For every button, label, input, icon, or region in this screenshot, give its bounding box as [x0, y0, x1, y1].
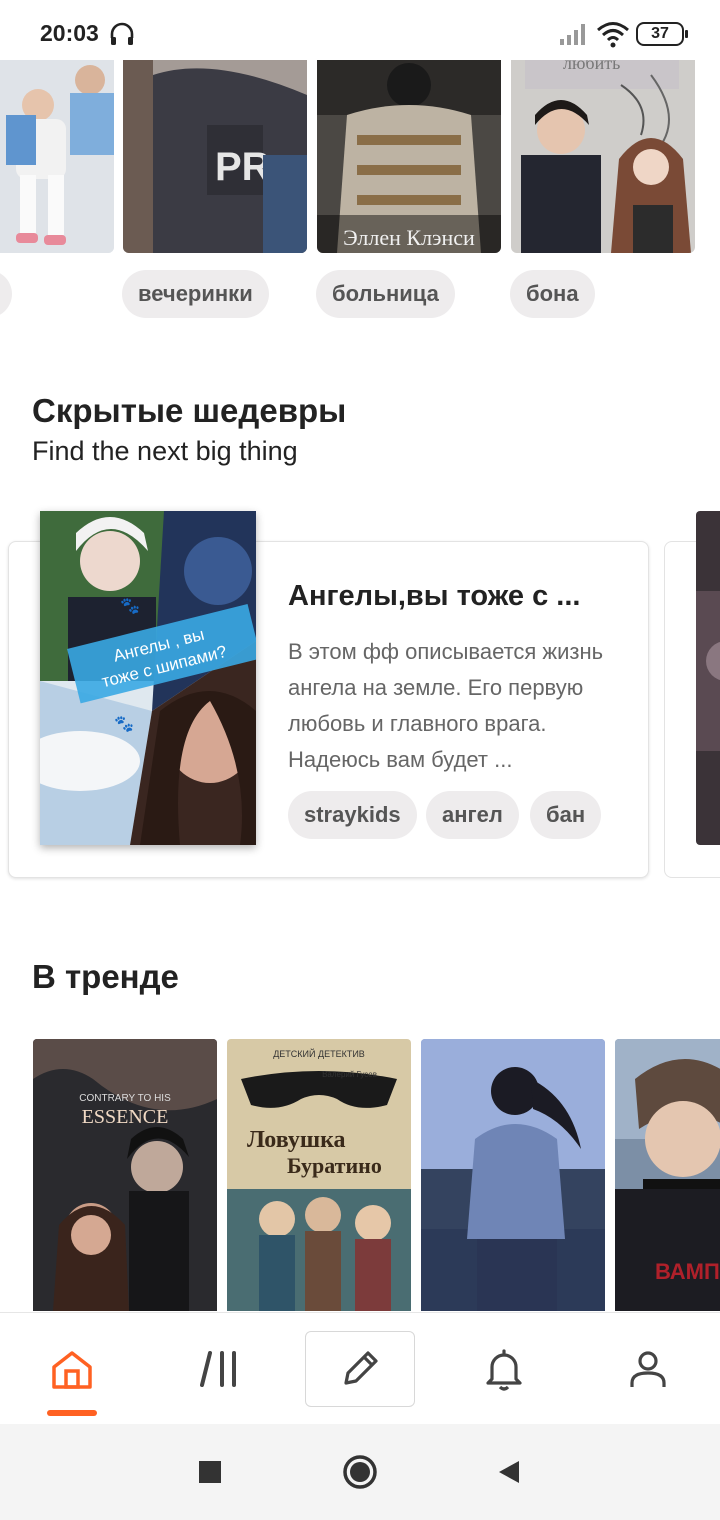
- tag-ban[interactable]: бан: [530, 791, 602, 839]
- home-icon: [52, 1351, 92, 1389]
- story-cover[interactable]: Ангелы , вы тоже с шипами? 🐾 🐾: [40, 511, 256, 845]
- top-covers-row[interactable]: PR Эллен Клэнси любить: [0, 55, 720, 255]
- signal-icon: [560, 24, 585, 45]
- battery-indicator: 37: [636, 22, 688, 46]
- svg-text:Буратино: Буратино: [287, 1153, 382, 1178]
- story-cover-next[interactable]: [696, 511, 720, 845]
- nav-notifications[interactable]: [449, 1313, 559, 1425]
- cover-couple[interactable]: любить: [511, 55, 695, 253]
- tag-straykids[interactable]: straykids: [288, 791, 417, 839]
- triangle-back-icon: [499, 1461, 519, 1483]
- cover-contrary[interactable]: CONTRARY TO HIS ESSENCE: [33, 1039, 217, 1311]
- cover-group-boys[interactable]: [0, 55, 114, 253]
- system-nav-bar: [0, 1424, 720, 1520]
- nav-active-indicator: [47, 1410, 97, 1416]
- profile-icon: [630, 1351, 666, 1387]
- story-tags: straykids ангел бан: [288, 791, 648, 839]
- tag-bona[interactable]: бона: [510, 270, 595, 318]
- cover-sea-girl[interactable]: [421, 1039, 605, 1311]
- svg-text:PR: PR: [215, 145, 271, 189]
- svg-text:ESSENCE: ESSENCE: [82, 1106, 169, 1128]
- svg-text:🐾: 🐾: [114, 714, 134, 733]
- headphones-icon: [110, 22, 134, 45]
- cover-boy-vampire[interactable]: ВАМП: [615, 1039, 720, 1311]
- svg-text:ДЕТСКИЙ ДЕТЕКТИВ: ДЕТСКИЙ ДЕТЕКТИВ: [273, 1048, 365, 1059]
- cover-hoodie[interactable]: PR: [123, 55, 307, 253]
- nav-write[interactable]: [305, 1331, 415, 1407]
- bottom-nav-bar: [0, 1312, 720, 1424]
- tag-partial[interactable]: [0, 270, 12, 318]
- trending-covers-row[interactable]: CONTRARY TO HIS ESSENCE ДЕТСКИЙ ДЕТЕКТИВ…: [0, 1039, 720, 1311]
- cover-caption-ellen: Эллен Клэнси: [343, 225, 475, 250]
- trending-title: В тренде: [32, 958, 179, 995]
- circle-icon: [343, 1455, 377, 1489]
- tag-angel[interactable]: ангел: [426, 791, 519, 839]
- tag-parties[interactable]: вечеринки: [122, 270, 269, 318]
- back-button[interactable]: [488, 1452, 528, 1492]
- hidden-gems-subtitle: Find the next big thing: [32, 436, 298, 466]
- cover-buratino[interactable]: ДЕТСКИЙ ДЕТЕКТИВ Валерий Гусев Ловушка Б…: [227, 1039, 411, 1311]
- home-system-button[interactable]: [340, 1452, 380, 1492]
- recents-button[interactable]: [190, 1452, 230, 1492]
- svg-text:Валерий Гусев: Валерий Гусев: [322, 1070, 377, 1079]
- bell-icon: [486, 1349, 522, 1391]
- nav-profile[interactable]: [593, 1313, 703, 1425]
- svg-text:CONTRARY TO HIS: CONTRARY TO HIS: [79, 1093, 171, 1104]
- story-title[interactable]: Ангелы,вы тоже с ...: [288, 580, 618, 613]
- svg-text:🐾: 🐾: [120, 596, 140, 615]
- library-icon: [200, 1351, 236, 1387]
- top-tags-row: вечеринки больница бона: [0, 270, 720, 320]
- pencil-icon: [344, 1351, 378, 1385]
- svg-text:Ловушка: Ловушка: [247, 1127, 346, 1153]
- status-bar: 20:03 37: [0, 0, 720, 60]
- tag-hospital[interactable]: больница: [316, 270, 455, 318]
- hidden-gems-title: Скрытые шедевры: [32, 392, 347, 429]
- story-description: В этом фф описывается жизнь ангела на зе…: [288, 639, 604, 772]
- svg-text:ВАМП: ВАМП: [655, 1259, 720, 1284]
- cover-ellen-clancy[interactable]: Эллен Клэнси: [317, 55, 501, 253]
- wifi-icon: [597, 22, 629, 48]
- nav-home[interactable]: [17, 1313, 127, 1425]
- nav-library[interactable]: [163, 1313, 273, 1425]
- square-icon: [199, 1461, 221, 1483]
- status-time: 20:03: [40, 20, 99, 46]
